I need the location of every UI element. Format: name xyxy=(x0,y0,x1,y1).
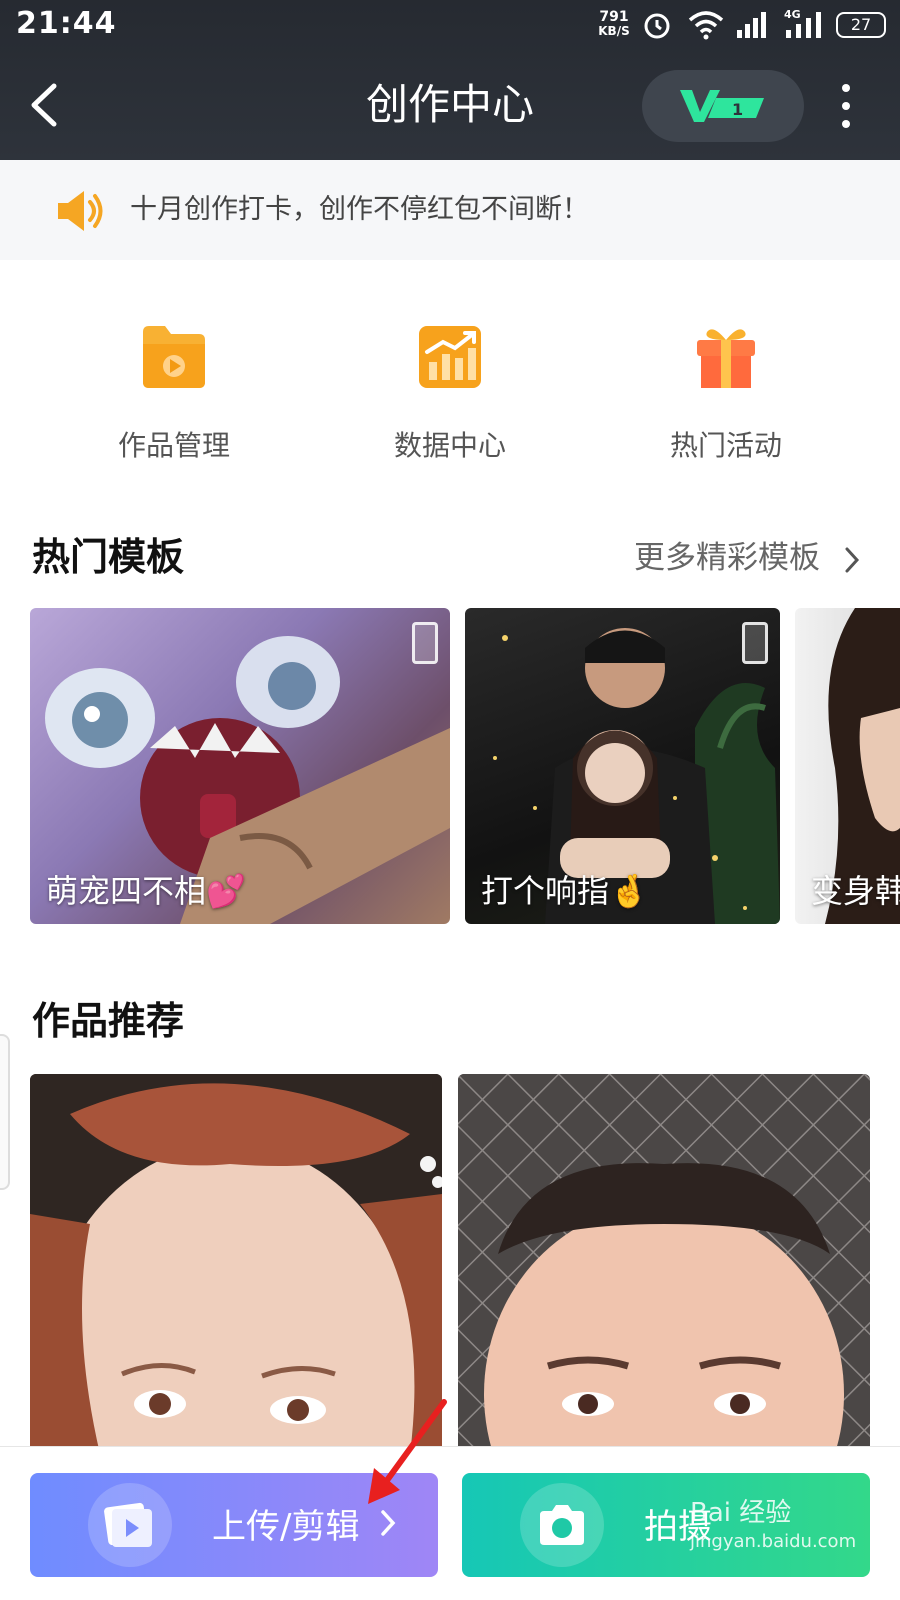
chevron-right-icon xyxy=(845,547,859,572)
template-caption: 打个响指🤞 xyxy=(481,872,649,910)
network-speed: 791 KB/S xyxy=(592,10,636,38)
action-label: 数据中心 xyxy=(393,429,506,462)
hot-templates-title: 热门模板 xyxy=(32,535,185,579)
work-card[interactable] xyxy=(30,1074,442,1454)
battery-indicator: 27 xyxy=(836,12,886,38)
vip-badge-button[interactable]: 1 xyxy=(642,70,804,142)
announcement-text: 十月创作打卡，创作不停红包不间断！ xyxy=(130,194,589,225)
chevron-right-icon xyxy=(381,1510,396,1536)
template-card[interactable]: 变身韩 xyxy=(795,608,900,924)
status-time: 21:44 xyxy=(16,6,117,41)
wifi-icon xyxy=(688,11,724,40)
network-speed-unit: KB/S xyxy=(598,24,630,38)
template-card[interactable]: 萌宠四不相💕 xyxy=(30,608,450,924)
data-center-button[interactable]: 数据中心 xyxy=(340,322,560,464)
video-clip-icon xyxy=(104,1502,152,1547)
signal-icon xyxy=(737,12,766,38)
template-tag-icon xyxy=(742,622,768,664)
app-header-region: 21:44 791 KB/S 4G 27 创作中心 1 xyxy=(0,0,900,160)
action-label: 作品管理 xyxy=(117,429,230,462)
recommended-works-title: 作品推荐 xyxy=(32,999,185,1043)
action-label: 热门活动 xyxy=(669,429,782,462)
vip-level-icon: 1 xyxy=(680,90,764,122)
folder-play-icon xyxy=(143,326,205,388)
status-bar: 21:44 791 KB/S 4G 27 xyxy=(0,0,900,48)
upload-icon-circle xyxy=(88,1483,172,1567)
hot-events-button[interactable]: 热门活动 xyxy=(616,322,836,464)
gift-icon xyxy=(697,329,755,388)
works-management-button[interactable]: 作品管理 xyxy=(64,322,284,464)
annotation-arrow-icon xyxy=(368,1399,447,1504)
speaker-icon xyxy=(58,191,103,231)
work-card[interactable] xyxy=(458,1074,870,1454)
more-templates-link[interactable]: 更多精彩模板 xyxy=(634,532,860,577)
chart-icon xyxy=(419,326,481,388)
more-templates-label: 更多精彩模板 xyxy=(634,540,820,576)
announcement-bar[interactable]: 十月创作打卡，创作不停红包不间断！ xyxy=(0,160,900,260)
shoot-icon-circle xyxy=(520,1483,604,1567)
side-drawer-handle[interactable] xyxy=(0,1034,10,1190)
watermark-text: Bai 经验 xyxy=(690,1498,792,1528)
template-tag-icon xyxy=(412,622,438,664)
svg-text:1: 1 xyxy=(732,100,743,119)
upload-edit-label: 上传/剪辑 xyxy=(212,1507,360,1547)
template-caption: 变身韩 xyxy=(811,872,900,910)
alarm-icon xyxy=(644,13,670,39)
template-caption: 萌宠四不相💕 xyxy=(46,872,246,910)
camera-icon xyxy=(540,1505,584,1545)
watermark-url: jingyan.baidu.com xyxy=(690,1531,857,1552)
more-menu-icon[interactable] xyxy=(838,84,854,130)
network-speed-value: 791 xyxy=(599,9,629,25)
signal-4g-icon: 4G xyxy=(784,8,828,40)
work-thumbnail xyxy=(30,1074,442,1454)
watermark: Bai 经验 jingyan.baidu.com xyxy=(690,1492,856,1552)
template-card[interactable]: 打个响指🤞 xyxy=(465,608,780,924)
work-thumbnail xyxy=(458,1074,870,1454)
